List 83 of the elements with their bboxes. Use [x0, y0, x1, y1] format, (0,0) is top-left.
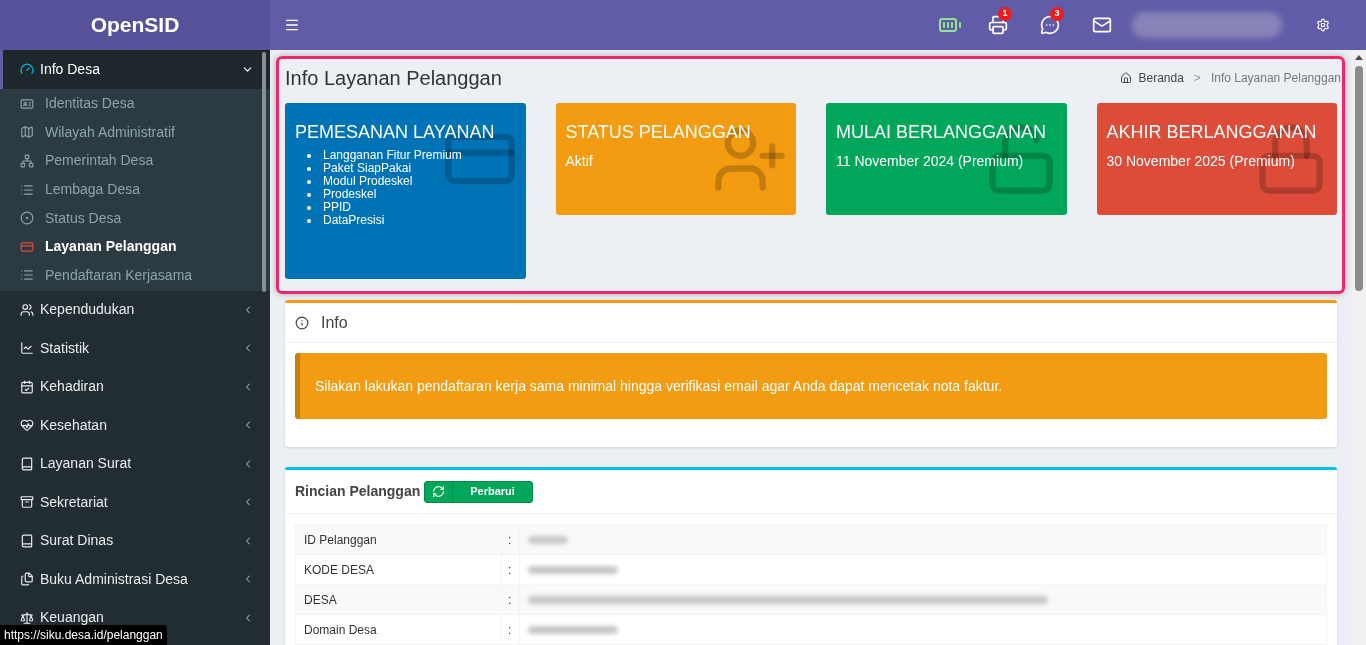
field-separator: :: [502, 585, 520, 614]
submenu-item[interactable]: Lembaga Desa: [0, 175, 270, 204]
service-item: DataPresisi: [323, 214, 385, 227]
field-label: DESA: [296, 585, 502, 614]
scroll-up-icon[interactable]: [1355, 55, 1363, 60]
scale-icon: [20, 610, 34, 625]
bullet-icon: [307, 192, 311, 197]
card-title: PEMESANAN LAYANAN: [295, 121, 496, 143]
info-icon: [295, 315, 309, 330]
notification-badge: 1: [998, 7, 1012, 21]
submenu-item[interactable]: Status Desa: [0, 203, 270, 233]
brand-header: OpenSID: [0, 0, 270, 50]
chat-icon[interactable]: [1040, 15, 1060, 35]
bullet-icon: [307, 166, 311, 171]
card-value: 30 November 2025 (Premium): [1106, 152, 1296, 171]
submenu-item[interactable]: Wilayah Administratif: [0, 118, 270, 147]
mail-icon[interactable]: [1092, 15, 1112, 35]
sidebar-menu-item[interactable]: Layanan Surat: [0, 444, 270, 484]
field-label: ID Pelanggan: [296, 525, 502, 554]
sidebar-menu-item[interactable]: Kehadiran: [0, 367, 270, 407]
submenu-item[interactable]: Identitas Desa: [0, 89, 270, 119]
menu-icon[interactable]: [284, 17, 300, 33]
card-value: 11 November 2024 (Premium): [836, 152, 1025, 171]
sidebar-menu-item[interactable]: Sekretariat: [0, 483, 270, 522]
line-chart-icon: [20, 341, 34, 356]
map-icon: [20, 125, 34, 140]
dot-circle-icon: [20, 211, 34, 226]
service-item: Langganan Fitur Premium: [323, 149, 462, 162]
breadcrumb-link[interactable]: Beranda: [1138, 69, 1184, 87]
book-icon: [20, 456, 34, 471]
field-separator: :: [502, 555, 520, 584]
submenu-item[interactable]: Pemerintah Desa: [0, 146, 270, 176]
card-title: STATUS PELANGGAN: [565, 121, 752, 143]
field-label: KODE DESA: [296, 555, 502, 584]
bullet-icon: [307, 179, 311, 184]
list-icon: [20, 268, 34, 283]
archive-icon: [20, 495, 34, 510]
sidebar-scrollbar[interactable]: [262, 52, 266, 292]
submenu-item[interactable]: Pendaftaran Kerjasama: [0, 261, 270, 290]
bullet-icon: [307, 218, 311, 223]
calendar-check-icon: [20, 379, 34, 394]
home-icon: [1120, 72, 1133, 84]
field-separator: :: [502, 615, 520, 644]
sidebar-menu-item[interactable]: Info Desa: [0, 50, 270, 89]
card-title: AKHIR BERLANGGANAN: [1106, 121, 1318, 143]
panel-title: Rincian Pelanggan: [295, 482, 421, 501]
sidebar-menu-item[interactable]: Buku Administrasi Desa: [0, 560, 270, 599]
service-item: PPID: [323, 201, 351, 214]
card-value: Aktif: [565, 152, 594, 171]
sidebar-menu-item[interactable]: Surat Dinas: [0, 521, 270, 561]
printer-icon[interactable]: [988, 15, 1008, 35]
hierarchy-icon: [20, 154, 34, 168]
redacted-value: [528, 535, 568, 544]
refresh-icon: [432, 485, 446, 498]
submenu-item[interactable]: Layanan Pelanggan: [0, 232, 270, 262]
heart-pulse-icon: [20, 418, 34, 433]
field-label: Domain Desa: [296, 615, 502, 644]
users-icon: [20, 302, 34, 317]
files-icon: [20, 572, 34, 587]
notification-badge: 3: [1050, 7, 1064, 21]
bullet-icon: [307, 153, 311, 158]
breadcrumb-separator: >: [1193, 70, 1201, 87]
scrollbar-thumb[interactable]: [1355, 66, 1363, 291]
service-item: Prodeskel: [323, 188, 377, 201]
service-item: Paket SiapPakai: [323, 162, 412, 175]
page-title: Info Layanan Pelanggan: [285, 66, 502, 91]
warning-alert: Silakan lakukan pendaftaran kerja sama minimal hingga verifikasi email agar Anda dapat mencetak nota faktur.: [295, 353, 1327, 419]
sidebar-menu-item[interactable]: Kependudukan: [0, 290, 270, 330]
breadcrumb-current: Info Layanan Pelanggan: [1210, 70, 1341, 87]
status-url-tooltip: https://siku.desa.id/pelanggan: [0, 625, 167, 645]
settings-icon[interactable]: [1316, 18, 1330, 32]
list-icon: [20, 182, 34, 197]
field-separator: :: [502, 525, 520, 554]
bullet-icon: [307, 205, 311, 210]
sidebar-menu-item[interactable]: Kesehatan: [0, 406, 270, 445]
panel-title: Info: [321, 312, 348, 333]
card-title: MULAI BERLANGGANAN: [836, 121, 1048, 143]
id-card-icon: [20, 96, 34, 111]
book-icon: [20, 533, 34, 548]
service-item: Modul Prodeskel: [323, 175, 413, 188]
sidebar-menu-item[interactable]: Statistik: [0, 329, 270, 368]
dashboard-icon: [20, 62, 34, 77]
credit-card-icon: [20, 239, 34, 254]
